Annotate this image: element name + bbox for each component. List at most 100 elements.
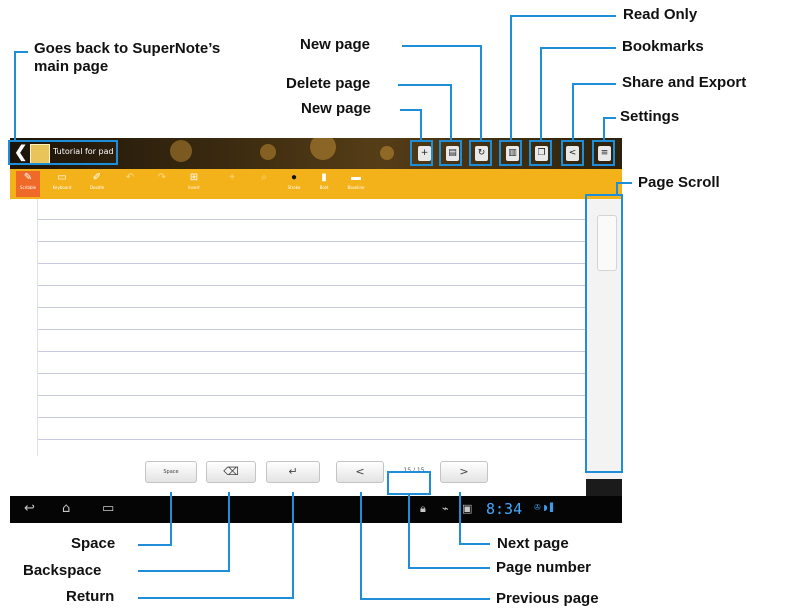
connector-line [540, 47, 616, 49]
lock-icon: 🔒︎ [420, 502, 426, 515]
connector-line [616, 182, 632, 184]
scribble-icon: ✎ [23, 172, 33, 183]
status-icons: ✇ ◗ ▌ [534, 503, 557, 512]
callout-backspace: Backspace [23, 562, 102, 579]
connector-line [603, 117, 605, 141]
connector-line [292, 492, 294, 599]
callout-previous-page: Previous page [496, 590, 599, 607]
bold-icon: ▮ [321, 172, 327, 183]
system-home-icon[interactable]: ⌂ [62, 501, 70, 517]
callout-space: Space [71, 535, 116, 552]
connector-line [398, 84, 452, 86]
connector-line [459, 543, 490, 545]
clock: 8:34 [486, 500, 523, 518]
ruled-line [38, 285, 586, 286]
tool-zoom[interactable]: ⌕ [252, 171, 276, 197]
tool-baseline[interactable]: ▬ Baseline [344, 171, 368, 197]
backspace-button[interactable]: ⌫ [206, 461, 256, 483]
highlight-page-scroll [585, 194, 623, 473]
ruled-line [38, 263, 586, 264]
tool-bold[interactable]: ▮ Bold [312, 171, 336, 197]
connector-line [138, 570, 230, 572]
background-bokeh [260, 144, 276, 160]
system-bar: ↩ ⌂ ▭ 🔒︎ ⌁ ▣ 8:34 ✇ ◗ ▌ [10, 496, 622, 523]
connector-line [616, 182, 618, 196]
connector-line [408, 567, 490, 569]
highlight-new-page [469, 140, 492, 166]
tool-redo[interactable]: ↷ [150, 171, 174, 197]
connector-line [138, 597, 294, 599]
zoom-icon: ⌕ [261, 172, 267, 183]
space-button[interactable]: Space [145, 461, 197, 483]
redo-icon: ↷ [157, 172, 167, 183]
connector-line [510, 15, 512, 141]
highlight-settings [592, 140, 615, 166]
screenshot-icon: ▣ [462, 502, 473, 515]
stroke-dot-icon: ● [290, 172, 298, 183]
tool-scribble[interactable]: ✎ Scribble [16, 171, 40, 197]
connector-line [360, 598, 490, 600]
connector-line [480, 45, 482, 141]
callout-page-number: Page number [496, 559, 592, 576]
tool-undo[interactable]: ↶ [118, 171, 142, 197]
tool-label: Stroke [287, 185, 301, 190]
doodle-icon: ✐ [92, 172, 102, 183]
tool-label: Bold [319, 185, 329, 190]
ruled-line [38, 307, 586, 308]
tool-keyboard[interactable]: ▭ Keyboard [50, 171, 74, 197]
highlight-add-page [410, 140, 433, 166]
tool-doodle[interactable]: ✐ Doodle [85, 171, 109, 197]
connector-line [228, 492, 230, 572]
previous-page-button[interactable]: < [336, 461, 384, 483]
ruled-line [38, 395, 586, 396]
tool-insert[interactable]: ⊞ Insert [182, 171, 206, 197]
highlight-read-only [499, 140, 522, 166]
input-bar: Space ⌫ ↵ < 15 / 15 > [10, 456, 586, 496]
connector-line [420, 109, 422, 141]
chevron-right-icon: > [459, 465, 469, 478]
connector-line [572, 83, 616, 85]
connector-line [540, 47, 542, 141]
connector-line [450, 84, 452, 141]
edit-toolbar: ✎ Scribble ▭ Keyboard ✐ Doodle ↶ ↷ ⊞ Ins… [10, 169, 622, 199]
tool-stroke[interactable]: ● Stroke [282, 171, 306, 197]
connector-line [572, 83, 574, 141]
callout-read-only: Read Only [623, 6, 698, 23]
plus-icon: + [229, 172, 235, 183]
note-page[interactable] [10, 199, 622, 479]
tool-label: Doodle [89, 185, 105, 190]
insert-icon: ⊞ [189, 172, 199, 183]
callout-bookmarks: Bookmarks [622, 38, 704, 55]
connector-line [400, 109, 422, 111]
usb-icon: ⌁ [442, 502, 449, 515]
background-bokeh [380, 146, 394, 160]
tool-label: Scribble [19, 185, 37, 190]
callout-settings: Settings [620, 108, 680, 125]
callout-share-export: Share and Export [622, 74, 747, 91]
background-bokeh [310, 138, 336, 160]
tool-label: Insert [188, 185, 200, 190]
backspace-icon: ⌫ [223, 465, 239, 478]
callout-new-page: New page [301, 100, 372, 117]
system-back-icon[interactable]: ↩ [24, 501, 35, 517]
background-bokeh [170, 140, 192, 162]
ruled-line [38, 219, 586, 220]
tool-add[interactable]: + [220, 171, 244, 197]
connector-line [459, 492, 461, 545]
next-page-button[interactable]: > [440, 461, 488, 483]
connector-line [510, 15, 616, 17]
callout-new-page-top: New page [300, 36, 371, 53]
callout-next-page: Next page [497, 535, 569, 552]
callout-return: Return [66, 588, 115, 605]
return-button[interactable]: ↵ [266, 461, 320, 483]
tool-label: Keyboard [52, 185, 72, 190]
system-recent-apps-icon[interactable]: ▭ [102, 501, 114, 517]
undo-icon: ↶ [125, 172, 135, 183]
chevron-left-icon: < [355, 465, 365, 478]
connector-line [14, 51, 28, 53]
ruled-line [38, 351, 586, 352]
keyboard-icon: ▭ [57, 172, 67, 183]
connector-line [402, 45, 482, 47]
connector-line [408, 494, 410, 569]
highlight-back [8, 140, 118, 165]
